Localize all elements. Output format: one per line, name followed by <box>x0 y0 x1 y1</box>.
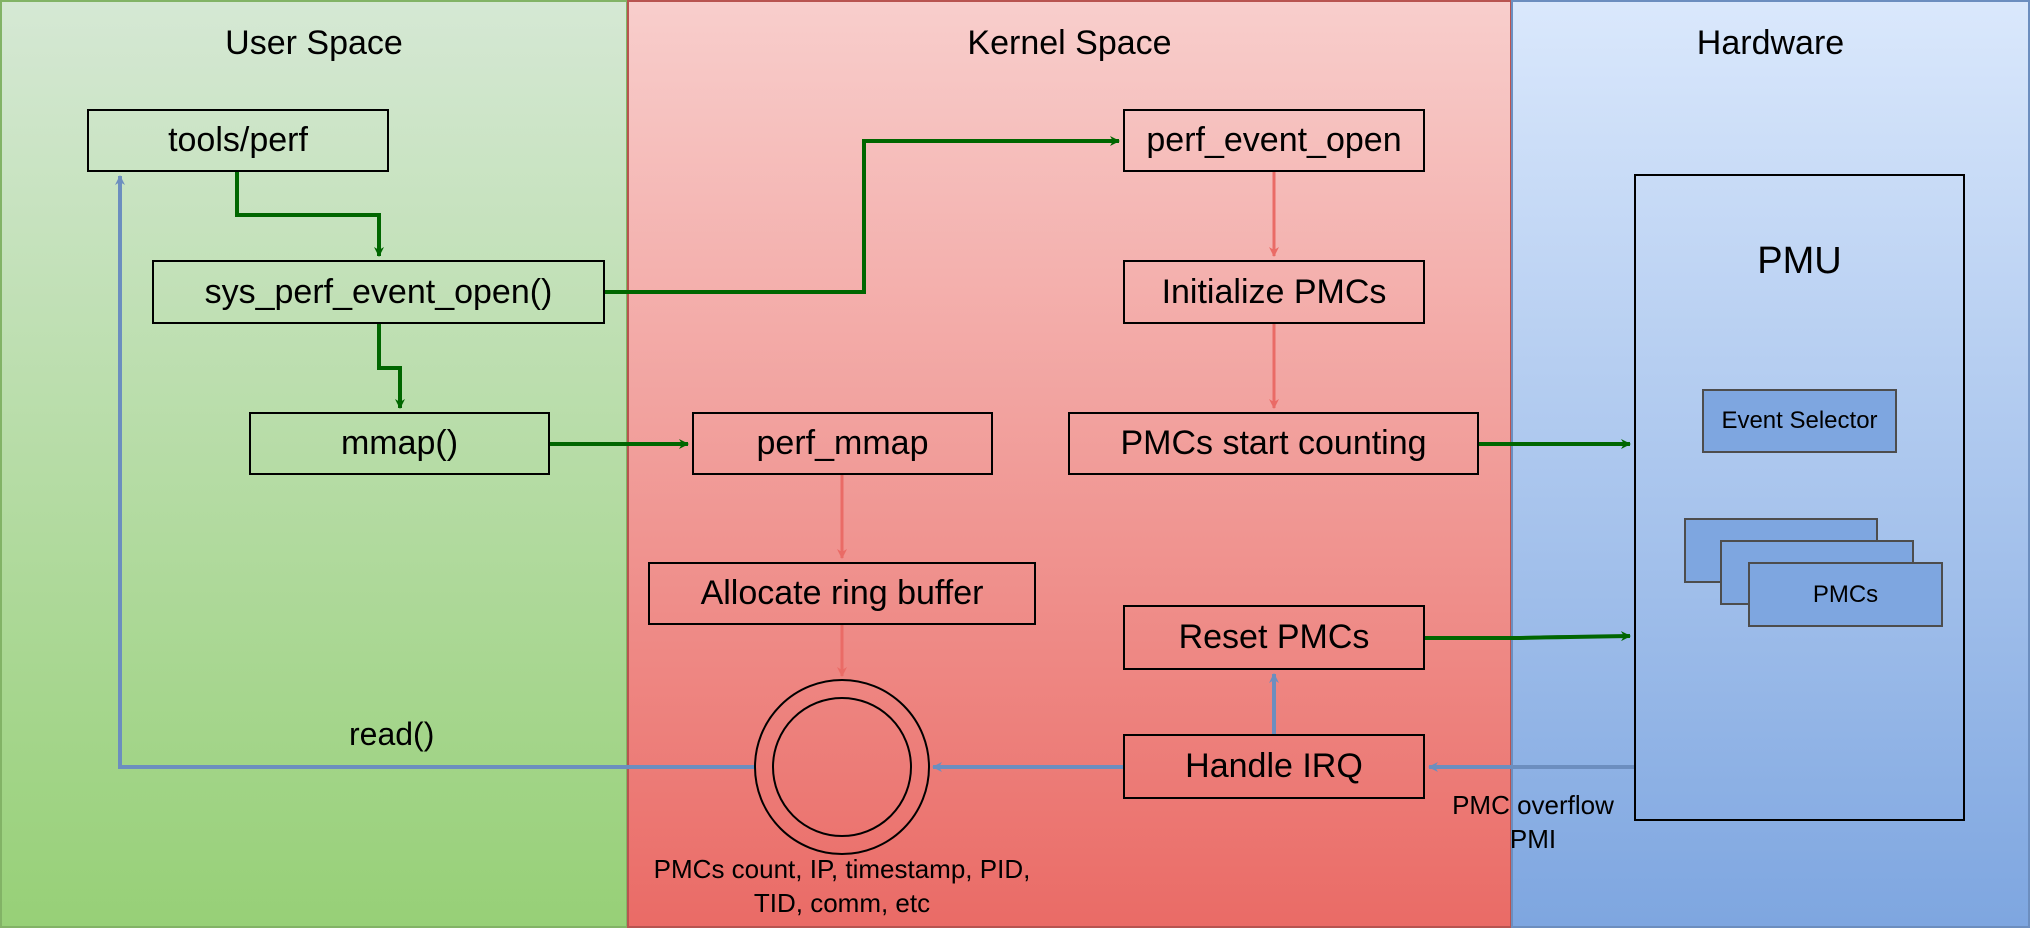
pmu-box[interactable]: PMU <box>1634 174 1965 821</box>
lane-title-kernel-space: Kernel Space <box>967 24 1172 62</box>
node-reset-pmcs[interactable]: Reset PMCs <box>1123 605 1425 670</box>
node-perf-mmap[interactable]: perf_mmap <box>692 412 993 475</box>
node-perf-event-open[interactable]: perf_event_open <box>1123 109 1425 172</box>
node-allocate-ring-buffer[interactable]: Allocate ring buffer <box>648 562 1036 625</box>
ring-buffer-caption-line1: PMCs count, IP, timestamp, PID, <box>653 854 1031 884</box>
pmc-overflow-label: PMC overflow PMI <box>1436 788 1630 856</box>
node-handle-irq[interactable]: Handle IRQ <box>1123 734 1425 799</box>
node-sys-perf-event-open[interactable]: sys_perf_event_open() <box>152 260 605 324</box>
ring-buffer-caption: PMCs count, IP, timestamp, PID, TID, com… <box>642 852 1042 920</box>
ring-buffer-caption-line2: TID, comm, etc <box>753 888 931 918</box>
node-tools-perf[interactable]: tools/perf <box>87 109 389 172</box>
node-initialize-pmcs[interactable]: Initialize PMCs <box>1123 260 1425 324</box>
event-selector-box[interactable]: Event Selector <box>1702 389 1897 453</box>
pmc-overflow-label-line2: PMI <box>1509 824 1557 854</box>
lane-title-hardware: Hardware <box>1696 24 1845 62</box>
label-read: read() <box>349 716 435 752</box>
pmcs-box[interactable]: PMCs <box>1748 562 1943 627</box>
pmu-title: PMU <box>1757 240 1842 282</box>
node-mmap[interactable]: mmap() <box>249 412 550 475</box>
lane-title-user-space: User Space <box>225 24 403 62</box>
node-pmcs-start-counting[interactable]: PMCs start counting <box>1068 412 1479 475</box>
pmc-overflow-label-line1: PMC overflow <box>1452 790 1614 820</box>
